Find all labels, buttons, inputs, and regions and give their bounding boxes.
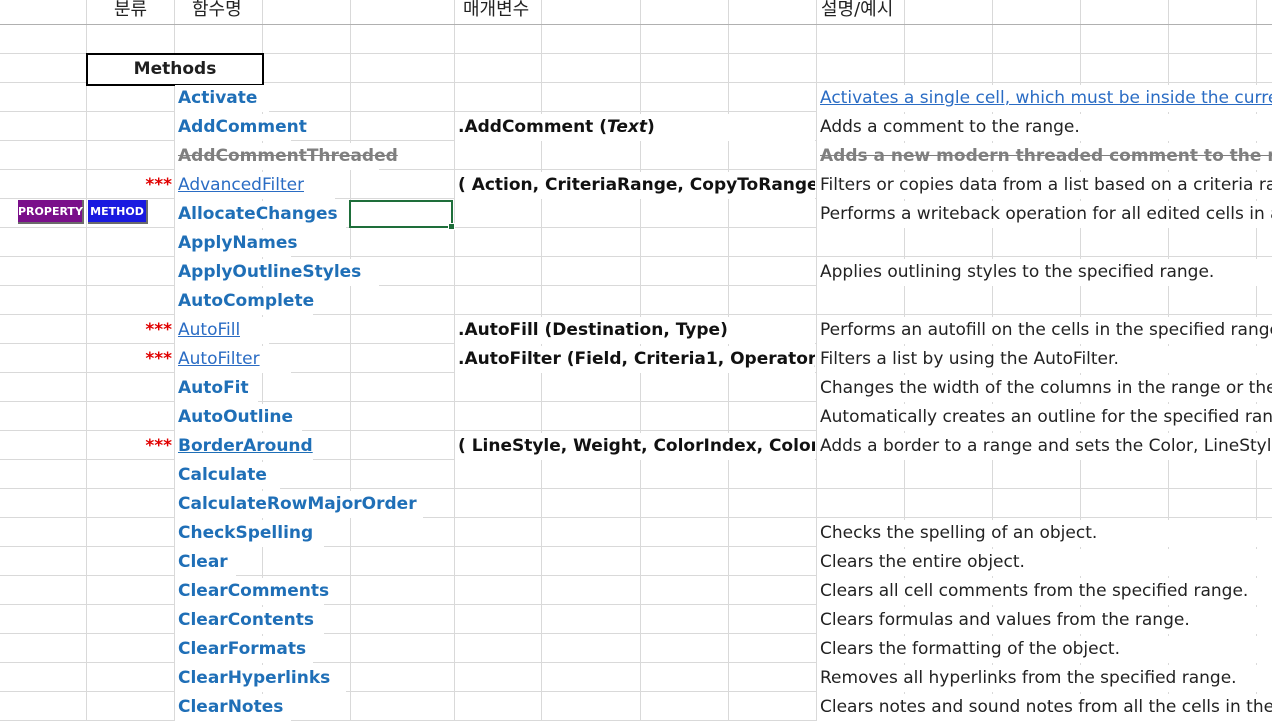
methods-section-label[interactable]: Methods — [86, 53, 264, 86]
method-description: Removes all hyperlinks from the specifie… — [820, 668, 1237, 688]
method-name-addcomment: AddComment — [178, 117, 307, 137]
method-description: Applies outlining styles to the specifie… — [820, 262, 1215, 282]
method-name-clearcomments: ClearComments — [178, 581, 330, 601]
property-button[interactable]: PROPERTY — [18, 200, 84, 224]
method-description: Performs a writeback operation for all e… — [820, 204, 1272, 224]
method-name-activate: Activate — [178, 88, 258, 108]
header-parameters[interactable]: 매개변수 — [463, 0, 529, 24]
selected-cell[interactable] — [349, 200, 455, 230]
method-description: Checks the spelling of an object. — [820, 523, 1098, 543]
method-name-advancedfilter[interactable]: AdvancedFilter — [178, 171, 304, 200]
fill-handle[interactable] — [448, 223, 455, 230]
method-name-checkspelling: CheckSpelling — [178, 523, 314, 543]
method-name-autofill[interactable]: AutoFill — [178, 316, 240, 345]
method-description[interactable]: Activates a single cell, which must be i… — [820, 84, 1272, 113]
method-description: Clears notes and sound notes from all th… — [820, 697, 1272, 717]
method-name-autofit: AutoFit — [178, 378, 249, 398]
method-name-borderaround[interactable]: BorderAround — [178, 432, 313, 461]
method-name-autooutline: AutoOutline — [178, 407, 294, 427]
important-mark: *** — [145, 320, 172, 340]
method-button[interactable]: METHOD — [88, 200, 148, 224]
method-parameters: .AddComment (Text) — [458, 117, 655, 137]
method-description: Clears formulas and values from the rang… — [820, 610, 1190, 630]
method-description: Filters or copies data from a list based… — [820, 175, 1272, 195]
method-name-clearhyperlinks: ClearHyperlinks — [178, 668, 331, 688]
method-description: Adds a border to a range and sets the Co… — [820, 436, 1272, 456]
method-description: Automatically creates an outline for the… — [820, 407, 1272, 427]
method-name-autocomplete: AutoComplete — [178, 291, 315, 311]
important-mark: *** — [145, 436, 172, 456]
method-parameters: .AutoFilter (Field, Criteria1, Operator,… — [458, 349, 815, 369]
method-name-addcommentthreaded: AddCommentThreaded — [178, 146, 398, 166]
method-parameters: .AutoFill (Destination, Type) — [458, 320, 728, 340]
method-description: Performs an autofill on the cells in the… — [820, 320, 1272, 340]
method-name-calculate: Calculate — [178, 465, 267, 485]
method-name-clearcontents: ClearContents — [178, 610, 314, 630]
method-name-autofilter[interactable]: AutoFilter — [178, 345, 260, 374]
spreadsheet-grid[interactable]: 분류 함수명 매개변수 설명/예시 Methods Activate Activa… — [0, 0, 1272, 721]
method-name-calculaterowmajororder: CalculateRowMajorOrder — [178, 494, 417, 514]
header-function-name[interactable]: 함수명 — [192, 0, 242, 24]
method-name-allocatechanges: AllocateChanges — [178, 204, 338, 224]
method-description: Clears all cell comments from the specif… — [820, 581, 1249, 601]
method-name-clearformats: ClearFormats — [178, 639, 307, 659]
method-description: Changes the width of the columns in the … — [820, 378, 1272, 398]
method-parameters: ( Action, CriteriaRange, CopyToRange, Un — [458, 175, 815, 195]
header-divider — [0, 24, 1272, 25]
method-name-clearnotes: ClearNotes — [178, 697, 284, 717]
header-description[interactable]: 설명/예시 — [821, 0, 893, 24]
column-gridline — [350, 0, 351, 721]
method-description: Adds a comment to the range. — [820, 117, 1080, 137]
header-category[interactable]: 분류 — [114, 0, 147, 24]
method-description: Clears the formatting of the object. — [820, 639, 1120, 659]
important-mark: *** — [145, 175, 172, 195]
method-description: Adds a new modern threaded comment to th… — [820, 146, 1272, 166]
method-name-applynames: ApplyNames — [178, 233, 298, 253]
method-name-clear: Clear — [178, 552, 228, 572]
method-description: Clears the entire object. — [820, 552, 1025, 572]
method-name-applyoutlinestyles: ApplyOutlineStyles — [178, 262, 362, 282]
method-description: Filters a list by using the AutoFilter. — [820, 349, 1119, 369]
important-mark: *** — [145, 349, 172, 369]
method-parameters: ( LineStyle, Weight, ColorIndex, Color, … — [458, 436, 815, 456]
column-gridline — [86, 0, 87, 721]
